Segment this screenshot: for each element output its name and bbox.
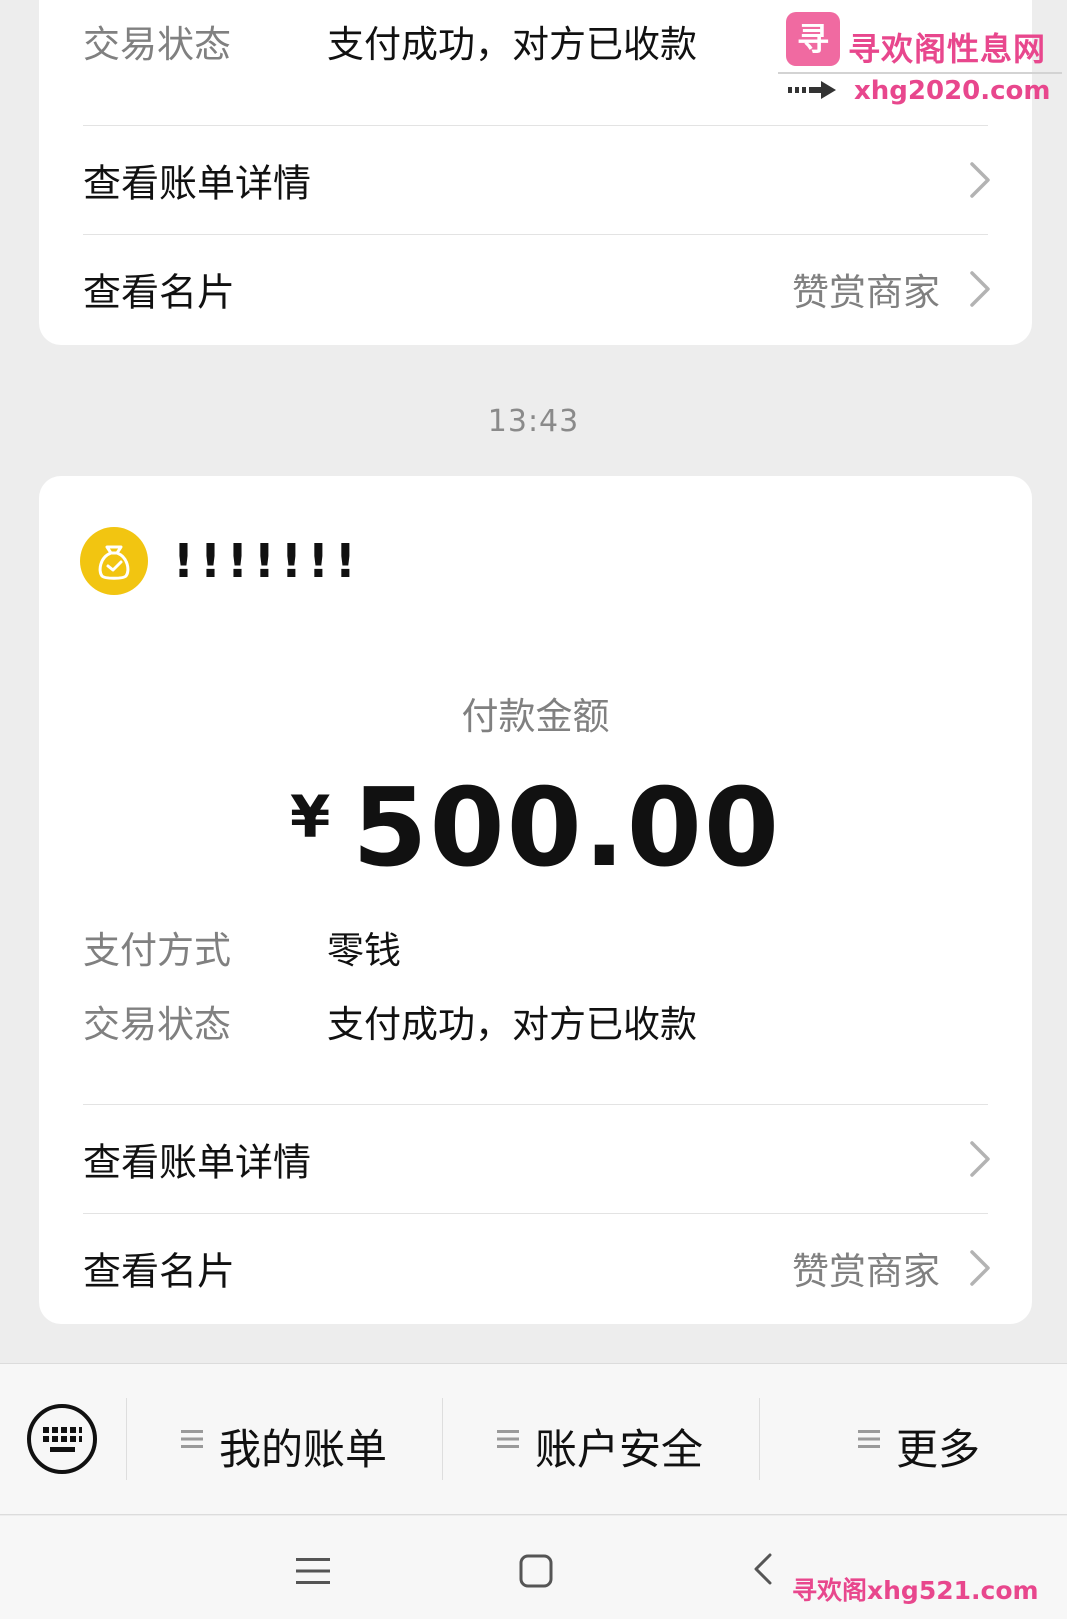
menu-lines-icon <box>497 1430 519 1448</box>
chevron-right-icon <box>970 271 990 307</box>
message-timestamp: 13:43 <box>487 404 580 439</box>
watermark-site-name: 寻欢阁性息网 <box>848 30 1047 68</box>
merchant-name: !!!!!!! <box>173 534 362 588</box>
menu-more-label: 更多 <box>896 1425 981 1474</box>
amount-value: 500.00 <box>352 766 782 891</box>
payment-method-label: 支付方式 <box>83 929 231 972</box>
service-menu-bar: 我的账单 账户安全 更多 <box>0 1363 1067 1515</box>
recent-apps-icon[interactable] <box>296 1556 330 1586</box>
status-label: 交易状态 <box>83 23 231 66</box>
view-business-card-label: 查看名片 <box>83 270 236 315</box>
view-bill-details-label: 查看账单详情 <box>83 1140 312 1185</box>
view-bill-details-label: 查看账单详情 <box>83 161 312 206</box>
status-value: 支付成功，对方已收款 <box>327 23 697 66</box>
status-value: 支付成功，对方已收款 <box>327 1003 697 1046</box>
watermark-domain: xhg2020.com <box>854 76 1051 106</box>
payment-method-value: 零钱 <box>327 929 401 972</box>
currency-symbol: ¥ <box>289 783 331 851</box>
menu-account-security-label: 账户安全 <box>535 1425 704 1474</box>
payment-notification-card: !!!!!!! 付款金额 ¥500.00 支付方式 零钱 交易状态 支付成功，对… <box>39 476 1032 1324</box>
view-bill-details-button[interactable]: 查看账单详情 <box>39 126 1032 234</box>
chevron-right-icon <box>970 162 990 198</box>
reward-merchant-label: 赞赏商家 <box>792 1250 940 1293</box>
payment-amount: ¥500.00 <box>39 766 1032 891</box>
menu-lines-icon <box>181 1430 203 1448</box>
menu-more[interactable]: 更多 <box>760 1364 1067 1514</box>
money-bag-icon <box>80 527 148 595</box>
status-label: 交易状态 <box>83 1003 231 1046</box>
watermark-domain-bottom: 寻欢阁xhg521.com <box>792 1576 1039 1605</box>
back-icon[interactable] <box>752 1552 774 1586</box>
menu-lines-icon <box>858 1430 880 1448</box>
chevron-right-icon <box>970 1141 990 1177</box>
menu-account-security[interactable]: 账户安全 <box>443 1364 759 1514</box>
chevron-right-icon <box>970 1250 990 1286</box>
reward-merchant-label: 赞赏商家 <box>792 271 940 314</box>
arrow-right-icon <box>788 81 836 99</box>
watermark-logo: 寻 <box>786 12 840 66</box>
view-bill-details-button[interactable]: 查看账单详情 <box>39 1105 1032 1213</box>
view-business-card-button[interactable]: 查看名片 赞赏商家 <box>39 1214 1032 1322</box>
watermark: 寻 寻欢阁性息网 xhg2020.com <box>778 10 1064 106</box>
keyboard-icon[interactable] <box>25 1402 99 1476</box>
menu-my-bills[interactable]: 我的账单 <box>127 1364 442 1514</box>
amount-label: 付款金额 <box>461 695 610 738</box>
view-business-card-label: 查看名片 <box>83 1249 236 1294</box>
home-icon[interactable] <box>519 1554 553 1588</box>
view-business-card-button[interactable]: 查看名片 赞赏商家 <box>39 235 1032 343</box>
watermark-rule <box>778 72 1062 74</box>
menu-my-bills-label: 我的账单 <box>219 1425 388 1474</box>
